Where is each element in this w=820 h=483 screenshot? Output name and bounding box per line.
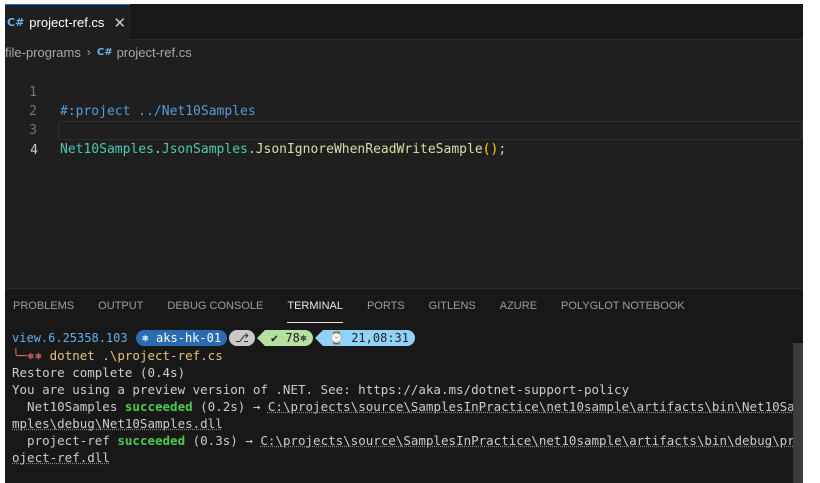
chevron-right-icon: › [86,45,91,59]
breadcrumb-folder[interactable]: file-programs [5,45,81,60]
editor-tab-bar: C# project-ref.cs ✕ [5,4,803,40]
build-project: Net10Samples [12,399,118,414]
terminal-line: Restore complete (0.4s) [12,365,186,380]
tab-output[interactable]: OUTPUT [98,289,143,323]
terminal-line: mples\debug\Net10Samples.dll [12,415,792,432]
terminal-line: You are using a preview version of .NET.… [12,382,630,397]
breadcrumb: file-programs › C# project-ref.cs [5,42,192,62]
tab-gitlens[interactable]: GITLENS [429,289,476,323]
terminal-output[interactable]: view.6.25358.103 ⎈ aks-hk-01 ⎇ ✔ 78⎈ ⌚ 2… [12,329,795,466]
terminal-command: dotnet .\project-ref.cs [49,348,223,363]
line-number: 4 [30,143,38,158]
terminal-line: oject-ref.dll [12,449,792,466]
code-line: 2 [5,83,803,119]
build-output-link[interactable]: C:\projects\source\SamplesInPractice\net… [260,433,794,448]
chevron-left-icon [256,330,265,346]
terminal-command-line: ╰─⎈⎈ dotnet .\project-ref.cs [12,347,792,364]
build-output-link[interactable]: oject-ref.dll [12,450,110,465]
tab-polyglot-notebook[interactable]: POLYGLOT NOTEBOOK [561,289,685,323]
prompt-git-segment: ⎇ [229,330,255,346]
code-line: 3 Net10Samples.JsonSamples.JsonIgnoreWhe… [5,102,803,157]
prompt-status-segment: ✔ 78⎈ [264,330,314,346]
code-token: JsonSamples [161,142,248,157]
close-icon[interactable]: ✕ [113,14,126,32]
tab-ports[interactable]: PORTS [367,289,405,323]
bottom-panel: PROBLEMS OUTPUT DEBUG CONSOLE TERMINAL P… [5,288,803,483]
build-time: (0.3s) → [185,433,261,448]
csharp-file-icon: C# [7,16,25,29]
current-line: 4 [30,121,803,158]
vscode-window: C# project-ref.cs ✕ file-programs › C# p… [5,4,803,483]
prompt-path: view.6.25358.103 [12,331,128,345]
tab-terminal[interactable]: TERMINAL [287,289,343,323]
code-token: . [247,142,256,157]
csharp-file-icon: C# [96,46,113,58]
prompt-time-segment: ⌚ 21,08:31 [323,330,415,346]
tab-debug-console[interactable]: DEBUG CONSOLE [167,289,263,323]
line-number: 3 [29,123,37,138]
tab-project-ref[interactable]: C# project-ref.cs ✕ [5,4,130,40]
build-project: project-ref [12,433,110,448]
code-line: 1 #:project ../Net10Samples [5,64,803,119]
code-token: ; [498,142,507,157]
tab-problems[interactable]: PROBLEMS [13,289,74,323]
panel-tab-bar: PROBLEMS OUTPUT DEBUG CONSOLE TERMINAL P… [5,289,709,323]
build-status: succeeded [124,399,193,414]
build-output-link[interactable]: C:\projects\source\SamplesInPractice\net… [268,399,795,414]
terminal-build-line: Net10Samples succeeded (0.2s) → C:\proje… [12,398,795,415]
tab-label: project-ref.cs [29,15,105,30]
code-token: . [153,142,162,157]
code-text: Net10Samples.JsonSamples.JsonIgnoreWhenR… [60,140,506,159]
tab-azure[interactable]: AZURE [500,289,537,323]
prompt-k8s-segment: ⎈ aks-hk-01 [135,330,228,346]
terminal-scrollbar[interactable] [793,343,803,483]
build-time: (0.2s) → [192,399,268,414]
build-status: succeeded [117,433,186,448]
chevron-left-icon [315,330,324,346]
build-output-link[interactable]: mples\debug\Net10Samples.dll [12,416,223,431]
prompt-corner-icon: ╰─⎈⎈ [12,348,43,363]
code-token: JsonIgnoreWhenReadWriteSample [255,142,483,157]
code-editor[interactable]: 1 #:project ../Net10Samples 2 3 Net10Sam… [5,64,803,284]
breadcrumb-file[interactable]: project-ref.cs [117,45,192,60]
terminal-prompt: view.6.25358.103 ⎈ aks-hk-01 ⎇ ✔ 78⎈ ⌚ 2… [12,329,792,347]
terminal-build-line: project-ref succeeded (0.3s) → C:\projec… [12,432,795,449]
